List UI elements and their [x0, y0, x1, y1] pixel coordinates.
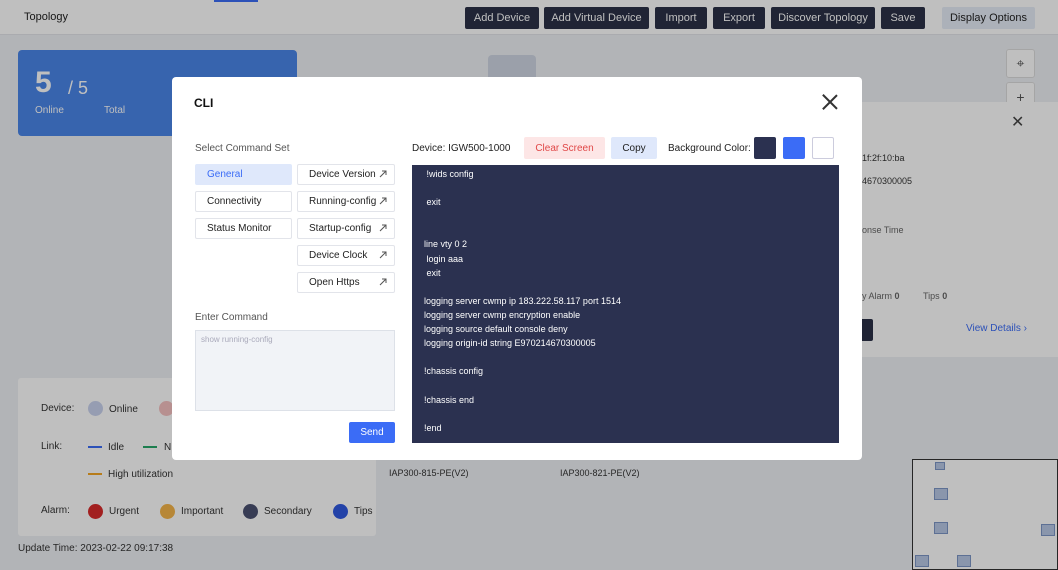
terminal-line: !chassis end — [424, 394, 475, 405]
swatch-blue[interactable] — [783, 137, 805, 159]
send-button[interactable]: Send — [349, 422, 395, 443]
dialog-title: CLI — [194, 96, 214, 110]
command-label: Device Clock — [309, 250, 368, 261]
terminal-line: !chassis config — [424, 366, 484, 377]
external-link-icon — [379, 278, 387, 286]
terminal-line: logging source default console deny — [424, 324, 568, 335]
terminal-line: logging server cwmp ip 183.222.58.117 po… — [424, 295, 621, 306]
swatch-white[interactable] — [812, 137, 834, 159]
category-general[interactable]: General — [195, 164, 292, 185]
copy-button[interactable]: Copy — [611, 137, 657, 159]
cli-dialog: CLI Select Command Set General Connectiv… — [172, 77, 862, 460]
background-color-label: Background Color: — [668, 143, 751, 154]
device-label: Device: IGW500-1000 — [412, 143, 511, 154]
command-input[interactable] — [195, 330, 395, 411]
terminal-line: !wids config — [424, 169, 474, 179]
command-open-https[interactable]: Open Https — [297, 272, 395, 293]
terminal-line: exit — [424, 267, 441, 278]
terminal-line: exit — [424, 197, 441, 208]
terminal-line: !end — [424, 422, 442, 433]
external-link-icon — [379, 251, 387, 259]
category-status-monitor[interactable]: Status Monitor — [195, 218, 292, 239]
terminal-line: login aaa — [424, 253, 464, 264]
terminal-line: line vty 0 2 — [424, 239, 468, 250]
terminal-line: logging server cwmp encryption enable — [424, 309, 581, 320]
external-link-icon — [379, 197, 387, 205]
external-link-icon — [379, 170, 387, 178]
select-command-set-label: Select Command Set — [195, 143, 290, 154]
command-device-clock[interactable]: Device Clock — [297, 245, 395, 266]
command-running-config[interactable]: Running-config — [297, 191, 395, 212]
command-label: Startup-config — [309, 223, 372, 234]
enter-command-label: Enter Command — [195, 312, 268, 323]
clear-screen-button[interactable]: Clear Screen — [524, 137, 605, 159]
command-startup-config[interactable]: Startup-config — [297, 218, 395, 239]
swatch-dark[interactable] — [754, 137, 776, 159]
close-icon[interactable] — [822, 94, 838, 110]
command-device-version[interactable]: Device Version — [297, 164, 395, 185]
terminal-line: logging origin-id string E97021467030000… — [424, 338, 596, 349]
category-connectivity[interactable]: Connectivity — [195, 191, 292, 212]
command-label: Running-config — [309, 196, 377, 207]
command-label: Open Https — [309, 277, 360, 288]
terminal-output[interactable]: !wids config exit line vty 0 2 login aaa… — [412, 165, 839, 443]
command-label: Device Version — [309, 169, 376, 180]
external-link-icon — [379, 224, 387, 232]
